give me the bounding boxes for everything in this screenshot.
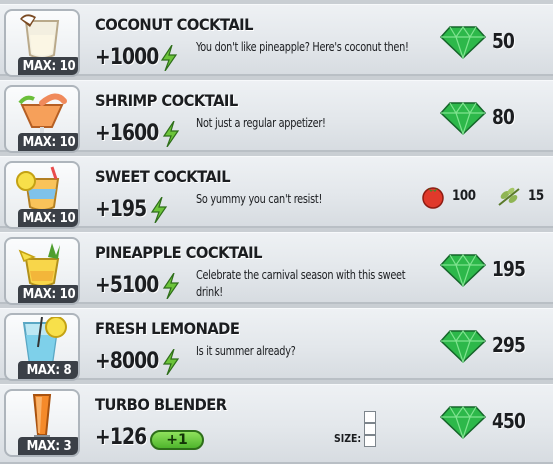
shop-item-coconut-cocktail[interactable]: MAX: 10 COCONUT COCKTAIL +1000 You don't… xyxy=(0,4,553,77)
boost-value: +1 xyxy=(166,432,188,448)
herb-icon xyxy=(498,187,520,206)
gem-price: 50 xyxy=(492,29,515,53)
xp-reward: +126 xyxy=(95,425,147,450)
tomato-icon xyxy=(422,187,444,209)
max-quantity-label: MAX: 10 xyxy=(18,209,78,227)
shop-item-list: MAX: 10 COCONUT COCKTAIL +1000 You don't… xyxy=(0,0,553,464)
energy-bolt-icon xyxy=(162,349,180,375)
lemonade-icon: MAX: 8 xyxy=(4,313,80,381)
xp-reward: +5100 xyxy=(95,273,159,298)
gem-icon xyxy=(440,101,486,135)
gem-icon xyxy=(440,405,486,439)
item-description: Is it summer already? xyxy=(196,344,296,358)
xp-reward: +1000 xyxy=(95,45,159,70)
item-title: SWEET COCKTAIL xyxy=(95,167,231,186)
shop-item-turbo-blender[interactable]: MAX: 3 TURBO BLENDER +126 450 xyxy=(0,384,553,464)
size-cell xyxy=(364,411,376,423)
energy-bolt-icon xyxy=(150,197,168,223)
blender-icon: MAX: 3 xyxy=(4,389,80,457)
max-quantity-label: MAX: 10 xyxy=(18,57,78,75)
gem-price: 80 xyxy=(492,105,515,129)
gem-price: 450 xyxy=(492,409,526,433)
sweet-cocktail-icon: MAX: 10 xyxy=(4,161,80,229)
energy-bolt-icon xyxy=(160,45,178,71)
max-quantity-label: MAX: 10 xyxy=(18,285,78,303)
shop-item-fresh-lemonade[interactable]: MAX: 8 FRESH LEMONADE +8000 Is it summer… xyxy=(0,308,553,381)
gem-icon xyxy=(440,329,486,363)
item-title: SHRIMP COCKTAIL xyxy=(95,91,238,110)
item-description: Celebrate the carnival season with this … xyxy=(196,268,406,299)
gem-icon xyxy=(440,253,486,287)
size-label: SIZE: xyxy=(334,432,362,445)
item-title: FRESH LEMONADE xyxy=(95,319,240,338)
item-title: COCONUT COCKTAIL xyxy=(95,15,253,34)
gem-icon xyxy=(440,25,486,59)
xp-reward: +195 xyxy=(95,197,147,222)
item-description: Not just a regular appetizer! xyxy=(196,116,326,130)
shop-item-pineapple-cocktail[interactable]: MAX: 10 PINEAPPLE COCKTAIL +5100 Celebra… xyxy=(0,232,553,305)
max-quantity-label: MAX: 8 xyxy=(18,361,78,379)
energy-bolt-icon xyxy=(162,273,180,299)
max-quantity-label: MAX: 10 xyxy=(18,133,78,151)
shop-item-sweet-cocktail[interactable]: MAX: 10 SWEET COCKTAIL +195 So yummy you… xyxy=(0,156,553,229)
energy-bolt-icon xyxy=(162,121,180,147)
item-description: You don't like pineapple? Here's coconut… xyxy=(196,40,409,54)
item-title: TURBO BLENDER xyxy=(95,395,227,414)
gem-price: 295 xyxy=(492,333,526,357)
herb-cost: 15 xyxy=(528,188,544,204)
coconut-cocktail-icon: MAX: 10 xyxy=(4,9,80,77)
energy-boost-badge: +1 xyxy=(150,430,204,450)
size-cell xyxy=(364,423,376,435)
xp-reward: +1600 xyxy=(95,121,159,146)
tomato-cost: 100 xyxy=(452,188,476,204)
max-quantity-label: MAX: 3 xyxy=(18,437,78,455)
shop-item-shrimp-cocktail[interactable]: MAX: 10 SHRIMP COCKTAIL +1600 Not just a… xyxy=(0,80,553,153)
item-title: PINEAPPLE COCKTAIL xyxy=(95,243,262,262)
gem-price: 195 xyxy=(492,257,526,281)
shrimp-cocktail-icon: MAX: 10 xyxy=(4,85,80,153)
size-cell xyxy=(364,435,376,447)
xp-reward: +8000 xyxy=(95,349,159,374)
item-description: So yummy you can't resist! xyxy=(196,192,323,206)
pineapple-cocktail-icon: MAX: 10 xyxy=(4,237,80,305)
